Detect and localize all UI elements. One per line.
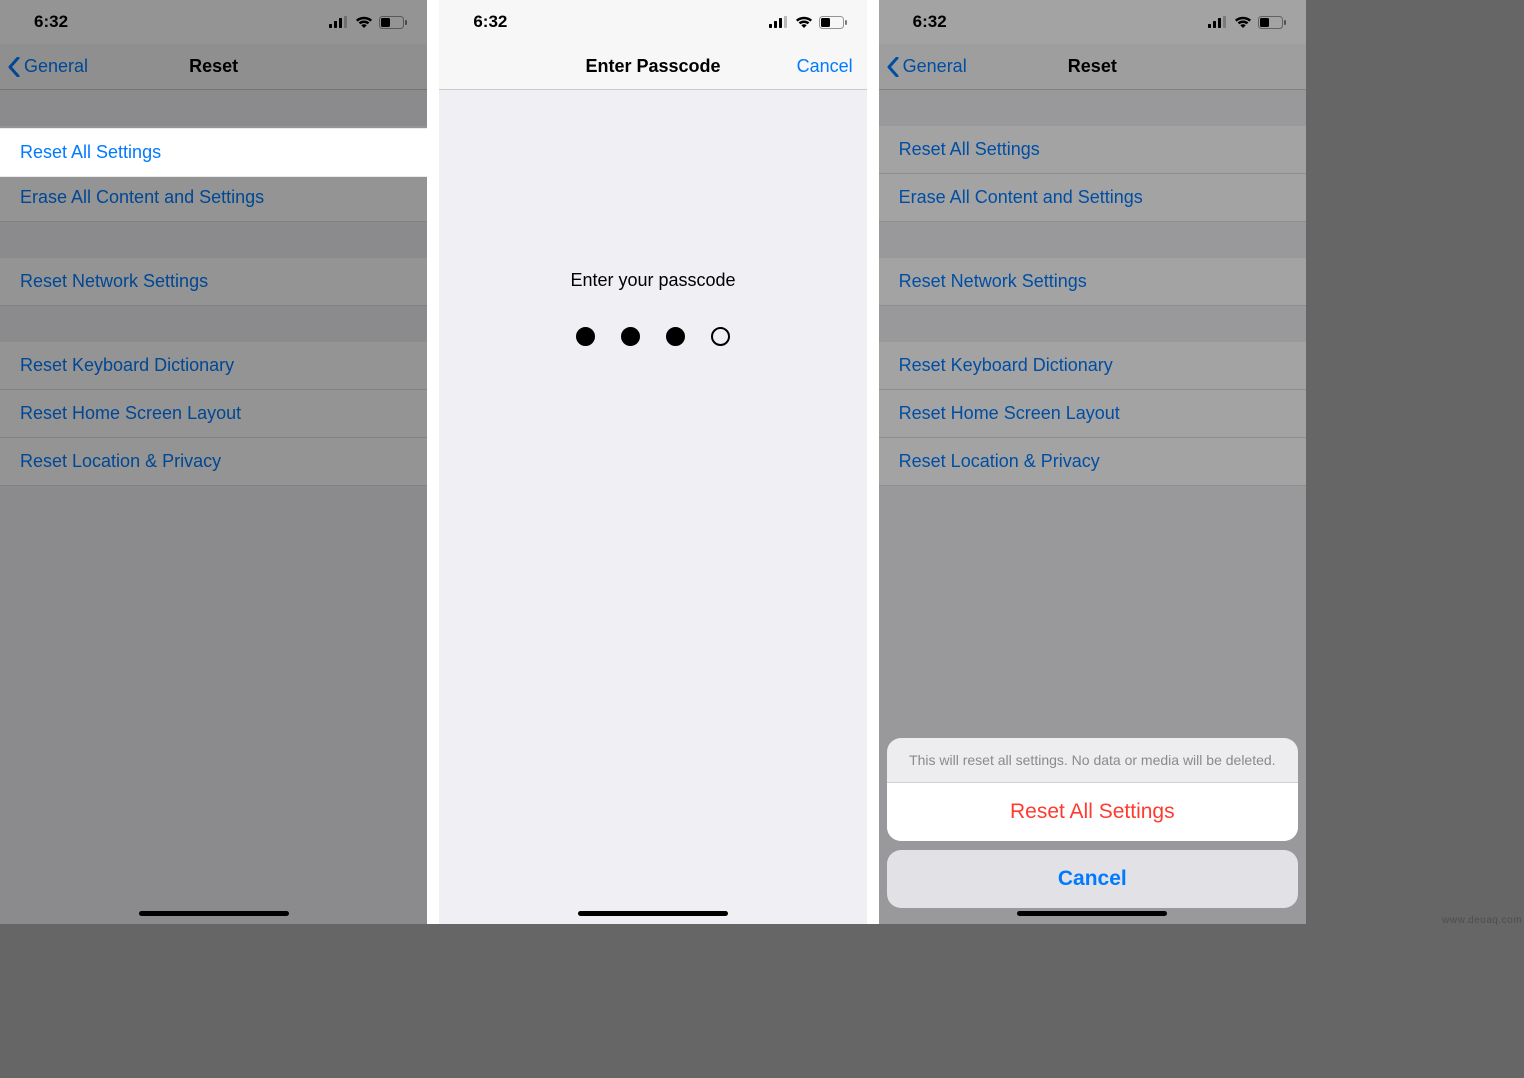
row-label: Reset Location & Privacy xyxy=(20,451,221,471)
row-label: Erase All Content and Settings xyxy=(20,187,264,207)
nav-bar: General Reset xyxy=(0,44,427,90)
row-label: Reset All Settings xyxy=(20,142,161,163)
passcode-prompt: Enter your passcode xyxy=(570,270,735,291)
home-indicator xyxy=(578,911,728,916)
cellular-icon xyxy=(329,16,349,28)
action-sheet-cancel-button[interactable]: Cancel xyxy=(887,850,1298,908)
cancel-button[interactable]: Cancel xyxy=(797,56,853,77)
row-reset-location-privacy[interactable]: Reset Location & Privacy xyxy=(0,438,427,486)
status-icons xyxy=(769,16,847,29)
panel-reset-list-highlighted: 6:32 General Reset Reset All Settings Er… xyxy=(0,0,427,924)
panel-enter-passcode: 6:32 Enter Passcode Cancel Enter your pa… xyxy=(439,0,866,924)
passcode-area: Enter your passcode xyxy=(439,90,866,924)
passcode-dot-filled xyxy=(576,327,595,346)
nav-bar: Enter Passcode Cancel xyxy=(439,44,866,90)
status-bar: 6:32 xyxy=(439,0,866,44)
home-indicator xyxy=(139,911,289,916)
passcode-dot-filled xyxy=(621,327,640,346)
cancel-label: Cancel xyxy=(797,56,853,76)
row-label: Reset Network Settings xyxy=(20,271,208,291)
battery-icon xyxy=(819,16,847,29)
status-time: 6:32 xyxy=(34,12,68,32)
passcode-dots xyxy=(576,327,730,346)
row-reset-all-settings-highlighted[interactable]: Reset All Settings xyxy=(0,128,427,177)
reset-list: Reset All Settings Erase All Content and… xyxy=(0,90,427,924)
back-label: General xyxy=(24,56,88,77)
row-reset-network[interactable]: Reset Network Settings xyxy=(0,258,427,306)
passcode-dot-empty xyxy=(711,327,730,346)
action-sheet-main: This will reset all settings. No data or… xyxy=(887,738,1298,841)
passcode-dot-filled xyxy=(666,327,685,346)
wifi-icon xyxy=(795,16,813,28)
action-sheet: This will reset all settings. No data or… xyxy=(887,738,1298,908)
back-button[interactable]: General xyxy=(0,56,88,77)
row-erase-all[interactable]: Erase All Content and Settings xyxy=(0,174,427,222)
row-label: Reset Home Screen Layout xyxy=(20,403,241,423)
action-sheet-confirm-button[interactable]: Reset All Settings xyxy=(887,783,1298,841)
status-time: 6:32 xyxy=(473,12,507,32)
chevron-left-icon xyxy=(8,57,20,77)
cellular-icon xyxy=(769,16,789,28)
row-reset-home-screen[interactable]: Reset Home Screen Layout xyxy=(0,390,427,438)
row-label: Reset Keyboard Dictionary xyxy=(20,355,234,375)
confirm-label: Reset All Settings xyxy=(1010,800,1175,823)
row-reset-keyboard[interactable]: Reset Keyboard Dictionary xyxy=(0,342,427,390)
panel-action-sheet: 6:32 General Reset Reset All Settings Er… xyxy=(879,0,1306,924)
battery-icon xyxy=(379,16,407,29)
status-bar: 6:32 xyxy=(0,0,427,44)
watermark: www.deuaq.com xyxy=(1442,915,1522,926)
status-icons xyxy=(329,16,407,29)
cancel-label: Cancel xyxy=(1058,867,1127,890)
home-indicator xyxy=(1017,911,1167,916)
wifi-icon xyxy=(355,16,373,28)
action-sheet-header: This will reset all settings. No data or… xyxy=(887,738,1298,783)
